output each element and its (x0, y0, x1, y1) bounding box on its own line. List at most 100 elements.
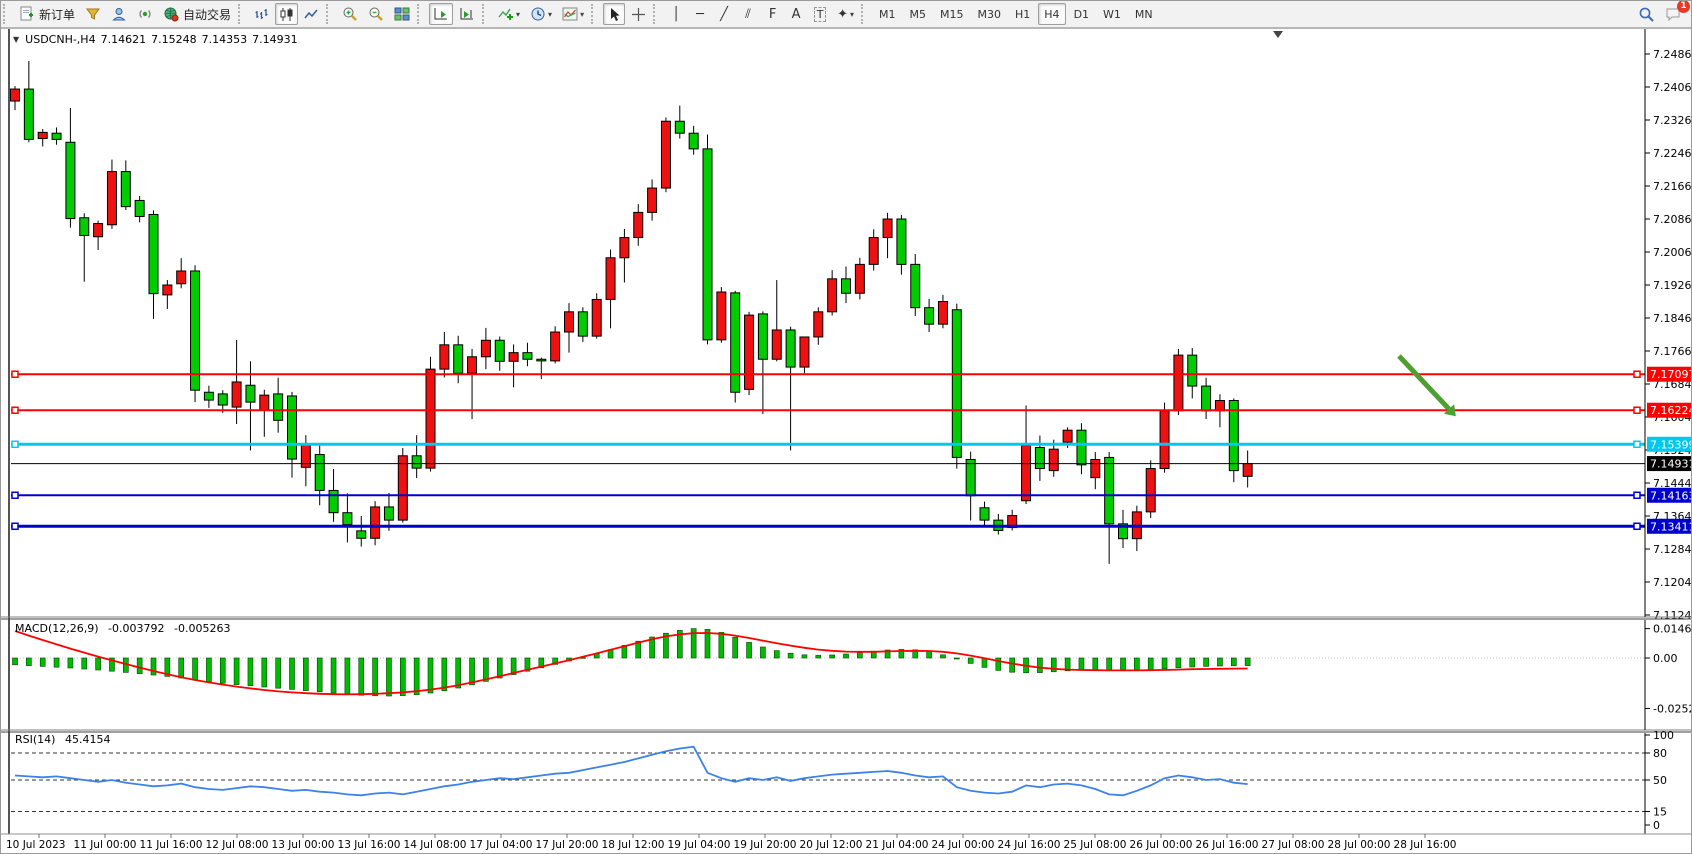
level-marker-right[interactable] (1634, 441, 1640, 447)
timeframe-m15[interactable]: M15 (934, 3, 970, 25)
toolbar-grip[interactable] (591, 4, 600, 24)
timeframe-h4[interactable]: H4 (1038, 3, 1065, 25)
macd-histogram-bar (1093, 658, 1098, 670)
macd-histogram-bar (26, 658, 31, 666)
zoom-out-icon (368, 6, 384, 22)
indicators-button[interactable]: ▾ (494, 3, 524, 25)
timeframe-w1[interactable]: W1 (1097, 3, 1127, 25)
candle-bull (398, 456, 407, 520)
auto-trading-button[interactable]: 自动交易 (159, 3, 235, 25)
ohlc-close: 7.14931 (252, 33, 298, 46)
candle-bear (1077, 430, 1086, 465)
arrows-button[interactable]: ✦▾ (833, 3, 858, 25)
level-marker-right[interactable] (1634, 492, 1640, 498)
search-button[interactable] (1634, 3, 1659, 25)
ohlc-low: 7.14353 (202, 33, 248, 46)
toolbar-grip[interactable] (482, 4, 491, 24)
fibonacci-button[interactable]: F (761, 3, 783, 25)
level-marker-right[interactable] (1634, 371, 1640, 377)
level-price-label: 7.14163 (1650, 489, 1692, 502)
level-marker-right[interactable] (1634, 407, 1640, 413)
zoom-in-icon (342, 6, 358, 22)
chart-left-border (8, 29, 10, 834)
equidistant-channel-button[interactable]: ⫽ (737, 3, 759, 25)
horizontal-line-button[interactable]: ─ (689, 3, 711, 25)
level-marker-left[interactable] (12, 407, 18, 413)
candle-bear (578, 312, 587, 336)
new-order-button[interactable]: 新订单 (15, 3, 79, 25)
candle-bull (260, 395, 269, 410)
candle-bull (592, 299, 601, 336)
profile-button[interactable] (107, 3, 131, 25)
macd-histogram-bar (386, 658, 391, 696)
line-chart-button[interactable] (300, 3, 323, 25)
level-marker-right[interactable] (1634, 523, 1640, 529)
clock-icon (530, 6, 546, 22)
macd-histogram-bar (719, 632, 724, 658)
time-axis-label: 17 Jul 20:00 (536, 839, 599, 851)
zoom-out-button[interactable] (364, 3, 388, 25)
timeframe-h1[interactable]: H1 (1009, 3, 1036, 25)
toolbar-grip[interactable] (326, 4, 335, 24)
tile-windows-button[interactable] (390, 3, 414, 25)
macd-histogram-bar (206, 658, 211, 682)
macd-histogram-bar (317, 658, 322, 692)
bar-chart-button[interactable] (250, 3, 273, 25)
candle-bull (11, 89, 20, 101)
candle-bear (454, 345, 463, 373)
cursor-button[interactable] (603, 3, 625, 25)
text-button[interactable]: A (785, 3, 807, 25)
chart-canvas[interactable]: 7.248607.240607.232607.224607.216607.208… (1, 28, 1692, 854)
candle-bear (80, 218, 89, 236)
toolbar-grip[interactable] (3, 4, 12, 24)
chart-window[interactable]: 7.248607.240607.232607.224607.216607.208… (1, 28, 1692, 854)
templates-button[interactable]: ▾ (558, 3, 588, 25)
funnel-button[interactable] (81, 3, 105, 25)
level-price-label: 7.14931 (1650, 458, 1692, 471)
level-marker-left[interactable] (12, 523, 18, 529)
level-marker-left[interactable] (12, 371, 18, 377)
candle-bear (204, 392, 213, 400)
candle-bear (980, 508, 989, 520)
macd-histogram-bar (414, 658, 419, 695)
macd-histogram-bar (844, 654, 849, 658)
periods-button[interactable]: ▾ (526, 3, 556, 25)
crosshair-button[interactable] (627, 3, 650, 25)
macd-histogram-bar (968, 658, 973, 663)
timeframe-d1[interactable]: D1 (1068, 3, 1095, 25)
level-price-label: 7.15399 (1650, 438, 1692, 451)
toolbar-grip[interactable] (417, 4, 426, 24)
macd-histogram-bar (1037, 658, 1042, 673)
text-label-button[interactable]: T (809, 3, 831, 25)
timeframe-mn[interactable]: MN (1129, 3, 1159, 25)
macd-histogram-bar (774, 651, 779, 658)
candlestick-chart-button[interactable] (275, 3, 298, 25)
candle-bull (509, 353, 518, 362)
macd-histogram-bar (359, 658, 364, 695)
notifications-button[interactable]: 1 (1661, 3, 1686, 25)
timeframe-m1[interactable]: M1 (873, 3, 902, 25)
level-price-label: 7.13411 (1650, 520, 1692, 533)
trendline-button[interactable]: ╱ (713, 3, 735, 25)
toolbar-grip[interactable] (861, 4, 870, 24)
time-axis-label: 21 Jul 04:00 (866, 839, 929, 851)
macd-histogram-bar (733, 637, 738, 658)
rsi-axis-label: 100 (1653, 729, 1674, 742)
rsi-axis-label: 80 (1653, 747, 1667, 760)
chart-shift-button[interactable] (455, 3, 479, 25)
chart-menu-icon[interactable]: ▼ (13, 35, 19, 44)
toolbar-grip[interactable] (238, 4, 247, 24)
macd-axis-label: 0.00 (1653, 652, 1678, 665)
vertical-line-button[interactable]: │ (665, 3, 687, 25)
signal-button[interactable] (133, 3, 157, 25)
auto-scroll-button[interactable] (429, 3, 453, 25)
level-marker-left[interactable] (12, 441, 18, 447)
new-order-label: 新订单 (39, 6, 75, 23)
zoom-in-button[interactable] (338, 3, 362, 25)
timeframe-m30[interactable]: M30 (972, 3, 1008, 25)
timeframe-m5[interactable]: M5 (904, 3, 933, 25)
macd-axis-label: 0.014691 (1653, 623, 1692, 636)
level-marker-left[interactable] (12, 492, 18, 498)
time-axis-label: 19 Jul 20:00 (734, 839, 797, 851)
toolbar-grip[interactable] (653, 4, 662, 24)
